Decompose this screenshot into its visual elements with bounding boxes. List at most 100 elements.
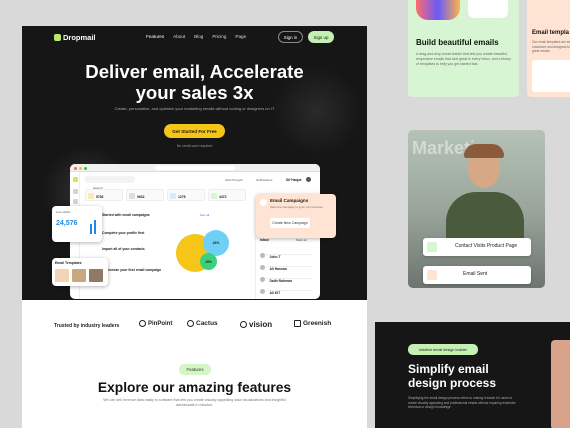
inbox-item[interactable]: Ali Hassan: [260, 257, 312, 271]
email-sent-button[interactable]: Email Sent: [423, 266, 531, 284]
features-subtitle: We can sell revenue data easily to softw…: [103, 398, 286, 407]
inbox-item[interactable]: Ali KIT: [260, 281, 312, 295]
templates-text: Our email templates are easy to customiz…: [532, 40, 570, 53]
home-icon[interactable]: [72, 189, 78, 194]
search-input[interactable]: Search: [85, 176, 135, 190]
stat-card: 5782: [85, 189, 123, 201]
nav-link-blog[interactable]: Blog: [194, 34, 203, 39]
template-thumb[interactable]: [55, 269, 69, 282]
features-badge: Features: [179, 364, 211, 375]
brand-logo[interactable]: Dropmail: [54, 33, 96, 42]
hero-title-line-1: Deliver email, Accelerate: [85, 61, 304, 82]
template-thumb[interactable]: [89, 269, 103, 282]
photo-card: Marketing Contact Visits Product Page Em…: [408, 130, 545, 288]
stat-icon: [170, 193, 176, 199]
brand-name: Cactus: [196, 320, 218, 327]
templates-card: Email Templates: [52, 258, 108, 286]
mail-icon: [260, 199, 267, 206]
stat-card: 1278: [167, 189, 205, 201]
decorative-artwork: [416, 0, 460, 20]
bar-mark: [94, 220, 96, 234]
inbox-panel: Inbox Mark all John T Ali Hassan Dalih R…: [255, 236, 317, 299]
get-started-button[interactable]: Get Started For Free: [164, 124, 225, 138]
simplify-title-line-1: Simplify email: [408, 362, 489, 376]
simplify-title: Simplify email design process: [408, 362, 496, 390]
greenish-logo-icon: [294, 320, 301, 327]
hero-section: Dropmail Features About Blog Pricing Pag…: [22, 26, 367, 300]
stat-value: 4472: [219, 195, 227, 199]
stat-value: 5782: [96, 195, 104, 199]
chart-value: 18%: [205, 259, 212, 264]
contact-visits-button[interactable]: Contact Visits Product Page: [423, 238, 531, 256]
brand-pinpoint: PinPoint: [139, 320, 172, 327]
person-hair: [464, 144, 504, 158]
templates-title: Email templa: [532, 30, 570, 36]
decorative-card: [468, 0, 508, 18]
hero-title-line-2: your sales 3x: [135, 82, 254, 103]
bar-mark: [90, 224, 92, 234]
templates-label: Email Templates: [55, 261, 82, 265]
checklist-title: Started with email campaigns: [102, 213, 150, 217]
email-card-subtitle: Start new campaign to grow your business: [270, 205, 323, 209]
inbox-item[interactable]: John T: [260, 245, 312, 259]
hero-title: Deliver email, Accelerate your sales 3x: [22, 61, 367, 103]
nav-links: Features About Blog Pricing Page: [146, 34, 246, 39]
brand-vision: vision: [240, 320, 272, 329]
stat-icon: [88, 193, 94, 199]
stat-icon: [211, 193, 217, 199]
nav-link-page[interactable]: Page: [235, 34, 246, 39]
nav-link-pricing[interactable]: Pricing: [212, 34, 226, 39]
nav-link-features[interactable]: Features: [146, 34, 164, 39]
brand-name: PinPoint: [148, 320, 173, 327]
email-card-title: Email Campaigns: [270, 198, 309, 203]
build-emails-title: Build beautiful emails: [416, 38, 499, 47]
avatar[interactable]: [306, 177, 311, 182]
stat-card: 4472: [208, 189, 246, 201]
trusted-label: Trusted by industry leaders: [54, 323, 120, 329]
browser-bar: [70, 164, 320, 172]
profile-name[interactable]: Sif Haque: [286, 178, 302, 182]
simplify-badge: Intuitive email design builder: [408, 344, 478, 355]
brand-name: Greenish: [303, 320, 332, 327]
app-logo-icon: [72, 177, 78, 182]
address-bar: [155, 166, 235, 170]
step-import[interactable]: Import all of your contacts: [102, 247, 145, 251]
see-all-link[interactable]: See all: [200, 213, 209, 217]
email-sent-label: Email Sent: [463, 271, 488, 277]
simplify-section: Intuitive email design builder Simplify …: [375, 322, 570, 428]
sign-in-button[interactable]: Sign in: [278, 31, 303, 43]
live-clicks-label: Live Clicks: [56, 210, 71, 214]
build-emails-card: Build beautiful emails A drag-and-drop e…: [408, 0, 519, 97]
hero-subtitle: Create, personalize, and optimize your m…: [114, 106, 275, 111]
brand-name: vision: [249, 320, 273, 329]
brand-name: Dropmail: [63, 33, 96, 42]
live-clicks-value: 24,576: [56, 220, 78, 227]
pinpoint-logo-icon: [139, 320, 146, 327]
stat-card: 9632: [126, 189, 164, 201]
inbox-item[interactable]: Dalih Rahman: [260, 269, 312, 283]
step-customize[interactable]: Customize your first email campaign: [102, 268, 161, 272]
notifications-label[interactable]: Notifications: [256, 178, 272, 182]
mail-icon: [427, 270, 437, 280]
sender-name: Ali KIT: [269, 291, 281, 295]
chart-circle-green: 18%: [200, 253, 217, 270]
minimize-dot-icon: [79, 166, 82, 170]
step-profile[interactable]: Complete your profile first: [102, 231, 144, 235]
create-campaign-button[interactable]: Create New Campaign: [270, 218, 310, 228]
chart-value: 44%: [212, 241, 220, 245]
stat-value: 9632: [137, 195, 145, 199]
top-nav: Dropmail Features About Blog Pricing Pag…: [22, 26, 367, 50]
live-clicks-card: Live Clicks 24,576: [52, 206, 102, 242]
mark-all-link[interactable]: Mark all: [296, 238, 307, 242]
simplify-text: Simplifying the email design process ref…: [408, 396, 516, 410]
close-dot-icon: [74, 166, 77, 170]
template-thumb[interactable]: [72, 269, 86, 282]
mail-icon[interactable]: [72, 199, 78, 204]
maximize-dot-icon: [84, 166, 87, 170]
sign-up-button[interactable]: Sign up: [308, 31, 334, 43]
template-preview: [532, 60, 570, 92]
user-name: Isrhit Pooyah: [225, 178, 243, 182]
nav-link-about[interactable]: About: [173, 34, 185, 39]
inbox-title: Inbox: [260, 238, 270, 242]
email-templates-card: Email templa Our email templates are eas…: [527, 0, 570, 97]
